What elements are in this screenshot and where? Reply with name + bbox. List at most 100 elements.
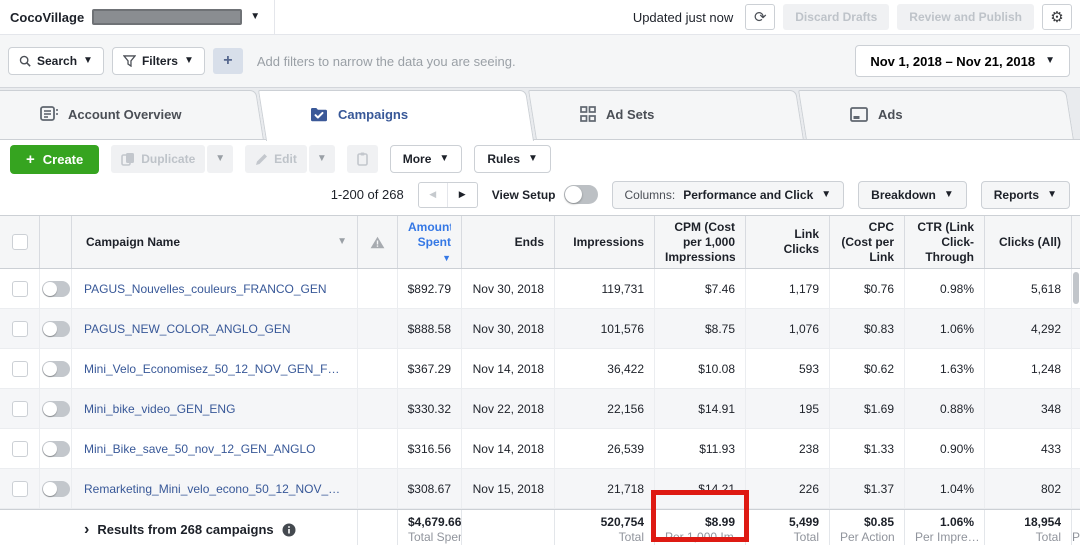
tab-ad-sets[interactable]: Ad Sets: [540, 88, 810, 140]
next-page-button[interactable]: ▶: [448, 183, 477, 207]
header-link-clicks[interactable]: Link Clicks: [746, 216, 830, 268]
toggle-knob: [43, 282, 57, 296]
campaign-actions-row: + Create Duplicate ▼ Edit ▼ More ▼ Rules: [0, 140, 1080, 174]
pagination-pager: ◀ ▶: [418, 182, 478, 208]
add-filter-button[interactable]: +: [213, 48, 243, 74]
row-checkbox[interactable]: [12, 321, 28, 337]
ctr-header-label: CTR (Link Click-Through Rate): [915, 220, 974, 265]
redacted-account-id: [92, 9, 242, 25]
header-cpm[interactable]: CPM (Cost per 1,000 Impressions): [655, 216, 746, 268]
vertical-scrollbar-thumb[interactable]: [1073, 272, 1079, 304]
link-clicks-cell: 1,076: [746, 309, 830, 348]
edit-button[interactable]: Edit: [245, 145, 307, 173]
footer-amount-spent: $4,679.66Total Spent: [398, 510, 462, 545]
account-selector[interactable]: CocoVillage ▼: [0, 0, 275, 34]
warning-triangle-icon: [370, 236, 385, 249]
row-toggle-cell: [40, 429, 72, 468]
campaign-name-link[interactable]: Mini_bike_video_GEN_ENG: [84, 402, 235, 416]
rules-button[interactable]: Rules ▼: [474, 145, 551, 173]
footer-spacer: [0, 510, 40, 545]
chevron-down-icon: ▼: [337, 237, 347, 247]
footer-summary-cell: › Results from 268 campaigns: [72, 510, 358, 545]
footer-impressions: 520,754Total: [555, 510, 655, 545]
discard-drafts-button[interactable]: Discard Drafts: [783, 4, 889, 30]
campaign-name-link[interactable]: Mini_Bike_save_50_nov_12_GEN_ANGLO: [84, 442, 315, 456]
campaign-name-cell: Mini_bike_video_GEN_ENG: [72, 389, 358, 428]
row-checkbox[interactable]: [12, 481, 28, 497]
campaign-name-link[interactable]: PAGUS_Nouvelles_couleurs_FRANCO_GEN: [84, 282, 327, 296]
breakdown-dropdown[interactable]: Breakdown ▼: [858, 181, 967, 209]
header-amount-spent[interactable]: Amount Spent ▼: [398, 216, 462, 268]
header-campaign-name[interactable]: Campaign Name ▼: [72, 216, 358, 268]
campaign-status-toggle[interactable]: [42, 281, 70, 297]
clipped-column-cell: [1072, 469, 1080, 508]
tab-campaigns[interactable]: Campaigns: [270, 88, 540, 140]
paste-button[interactable]: [347, 145, 378, 173]
date-range-selector[interactable]: Nov 1, 2018 – Nov 21, 2018 ▼: [855, 45, 1070, 77]
campaign-name-link[interactable]: PAGUS_NEW_COLOR_ANGLO_GEN: [84, 322, 291, 336]
refresh-button[interactable]: ⟳: [745, 4, 775, 30]
create-button[interactable]: + Create: [10, 145, 99, 174]
header-ends[interactable]: Ends: [462, 216, 555, 268]
settings-button[interactable]: ⚙: [1042, 4, 1072, 30]
row-toggle-cell: [40, 269, 72, 308]
chevron-down-icon: ▼: [1045, 56, 1055, 66]
select-all-checkbox[interactable]: [12, 234, 28, 250]
campaign-name-cell: Mini_Bike_save_50_nov_12_GEN_ANGLO: [72, 429, 358, 468]
campaign-status-toggle[interactable]: [42, 361, 70, 377]
campaign-status-toggle[interactable]: [42, 321, 70, 337]
header-ctr[interactable]: CTR (Link Click-Through Rate): [905, 216, 985, 268]
reports-dropdown[interactable]: Reports ▼: [981, 181, 1070, 209]
campaign-status-toggle[interactable]: [42, 481, 70, 497]
edit-dropdown[interactable]: ▼: [309, 145, 335, 173]
campaign-name-cell: Mini_Velo_Economisez_50_12_NOV_GEN_FRANC…: [72, 349, 358, 388]
campaign-name-link[interactable]: Remarketing_Mini_velo_econo_50_12_NOV_FR…: [84, 482, 347, 496]
tab-label: Campaigns: [338, 107, 408, 122]
tab-label: Ads: [878, 107, 903, 122]
impressions-cell: 119,731: [555, 269, 655, 308]
campaign-name-link[interactable]: Mini_Velo_Economisez_50_12_NOV_GEN_FRANC…: [84, 362, 347, 376]
duplicate-dropdown[interactable]: ▼: [207, 145, 233, 173]
filters-button[interactable]: Filters ▼: [112, 47, 205, 75]
cpc-cell: $1.69: [830, 389, 905, 428]
header-clicks-all[interactable]: Clicks (All): [985, 216, 1072, 268]
link-clicks-cell: 238: [746, 429, 830, 468]
tab-label: Ad Sets: [606, 107, 654, 122]
delivery-warning-cell: [358, 309, 398, 348]
cpm-cell: $14.91: [655, 389, 746, 428]
header-delivery-warning[interactable]: [358, 216, 398, 268]
expand-results-chevron-icon[interactable]: ›: [84, 522, 89, 538]
row-checkbox[interactable]: [12, 401, 28, 417]
row-checkbox[interactable]: [12, 361, 28, 377]
more-button[interactable]: More ▼: [390, 145, 463, 173]
header-cpc[interactable]: CPC (Cost per Link Click): [830, 216, 905, 268]
delivery-warning-cell: [358, 349, 398, 388]
duplicate-button-group: Duplicate ▼: [111, 145, 233, 173]
duplicate-button[interactable]: Duplicate: [111, 145, 205, 173]
tab-account-overview[interactable]: Account Overview: [0, 88, 270, 140]
row-checkbox[interactable]: [12, 281, 28, 297]
amount-spent-cell: $892.79: [398, 269, 462, 308]
clipped-column-cell: [1072, 309, 1080, 348]
clipped-header-cell: [1072, 216, 1080, 268]
info-icon[interactable]: [282, 523, 296, 537]
review-and-publish-button[interactable]: Review and Publish: [897, 4, 1034, 30]
view-setup-toggle[interactable]: [564, 185, 598, 204]
header-impressions[interactable]: Impressions: [555, 216, 655, 268]
tab-ads[interactable]: Ads: [810, 88, 1080, 140]
account-name: CocoVillage: [10, 10, 84, 25]
clicks-all-cell: 433: [985, 429, 1072, 468]
pencil-icon: [255, 153, 268, 166]
row-checkbox[interactable]: [12, 441, 28, 457]
campaign-status-toggle[interactable]: [42, 441, 70, 457]
campaign-status-toggle[interactable]: [42, 401, 70, 417]
clipboard-icon: [357, 152, 368, 166]
clicks-all-header-label: Clicks (All): [995, 235, 1061, 250]
previous-page-button[interactable]: ◀: [419, 183, 448, 207]
level-tabs: Account Overview Campaigns Ad Sets Ads: [0, 88, 1080, 140]
clicks-all-cell: 5,618: [985, 269, 1072, 308]
link-clicks-header-label: Link Clicks: [756, 227, 819, 257]
search-button[interactable]: Search ▼: [8, 47, 104, 75]
columns-dropdown[interactable]: Columns: Performance and Click ▼: [612, 181, 845, 209]
chevron-down-icon: ▼: [821, 190, 831, 200]
